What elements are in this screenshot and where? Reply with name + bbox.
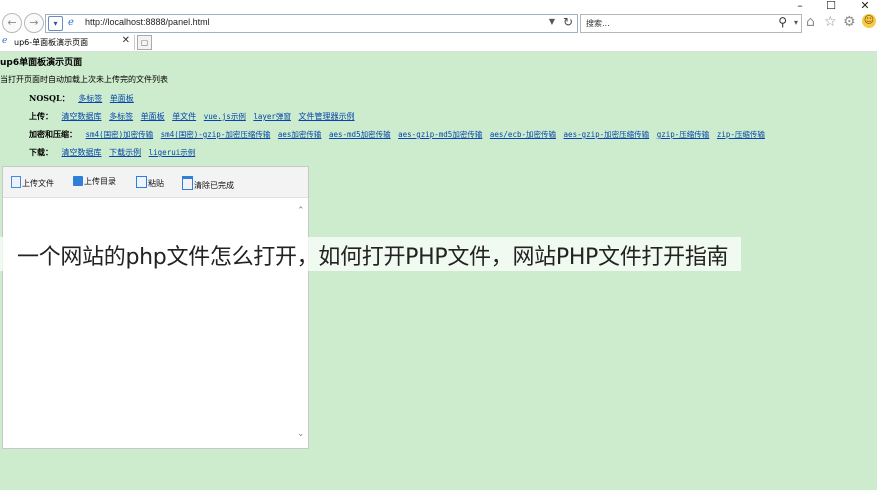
link-aes-gzip-md5[interactable]: aes-gzip-md5加密传输 <box>398 130 482 139</box>
link-layer-popup[interactable]: layer弹窗 <box>253 112 291 121</box>
file-icon <box>11 176 21 188</box>
forward-arrow-icon: → <box>29 16 39 29</box>
encrypt-row: 加密和压缩： sm4(国密)加密传输 sm4(国密)-gzip-加密压缩传输 a… <box>29 129 770 140</box>
ie-tab-icon: ℯ <box>2 36 8 46</box>
row-label: NOSQL： <box>29 93 70 103</box>
page-description: 当打开页面时自动加载上次未上传完的文件列表 <box>0 75 168 84</box>
search-input[interactable]: 搜索... <box>586 18 610 29</box>
upload-panel: 上传文件 上传目录 粘贴 清除已完成 ⌃ ⌄ <box>2 166 309 449</box>
link-vue-demo[interactable]: vue.js示例 <box>204 112 246 121</box>
paste-icon <box>136 176 147 188</box>
overlay-caption: 一个网站的php文件怎么打开，如何打开PHP文件，网站PHP文件打开指南 <box>17 245 729 270</box>
minimize-button[interactable]: – <box>785 0 815 12</box>
search-box[interactable]: 搜索... ⚲ ▾ <box>580 14 802 33</box>
url-text[interactable]: http://localhost:8888/panel.html <box>85 17 210 27</box>
search-icon[interactable]: ⚲ <box>778 15 787 29</box>
link-single-file[interactable]: 单文件 <box>172 112 196 121</box>
new-tab-icon: ▢ <box>140 38 149 47</box>
link-zip[interactable]: zip-压缩传输 <box>717 130 765 139</box>
link-ligerui-demo[interactable]: ligerui示例 <box>149 148 196 157</box>
upload-folder-label: 上传目录 <box>84 177 116 186</box>
clear-completed-button[interactable]: 清除已完成 <box>182 176 234 191</box>
feedback-smiley-icon[interactable]: ☺ <box>862 14 876 28</box>
scroll-up-icon[interactable]: ⌃ <box>297 206 305 216</box>
settings-gear-icon[interactable]: ⚙ <box>843 14 856 30</box>
home-icon[interactable]: ⌂ <box>806 14 815 30</box>
close-tab-icon[interactable]: ✕ <box>122 35 130 46</box>
page-content: up6单面板演示页面 当打开页面时自动加载上次未上传完的文件列表 NOSQL： … <box>0 52 877 490</box>
upload-file-label: 上传文件 <box>22 179 54 188</box>
back-arrow-icon: ← <box>7 16 17 29</box>
link-multitab[interactable]: 多标签 <box>109 112 133 121</box>
scroll-down-icon[interactable]: ⌄ <box>297 429 305 439</box>
upload-file-button[interactable]: 上传文件 <box>11 176 54 189</box>
link-aes-ecb[interactable]: aes/ecb-加密传输 <box>490 130 556 139</box>
forward-button[interactable]: → <box>24 13 44 33</box>
address-dropdown-icon[interactable]: ▼ <box>549 17 555 26</box>
row-label: 加密和压缩： <box>29 129 77 139</box>
browser-toolbar: – ☐ ✕ ← → ▾ ℯ http://localhost:8888/pane… <box>0 0 877 34</box>
row-label: 下载： <box>29 147 53 157</box>
site-info-icon[interactable]: ▾ <box>48 16 63 31</box>
close-window-button[interactable]: ✕ <box>850 0 877 12</box>
tab-title: up6-单面板演示页面 <box>14 38 89 47</box>
address-bar[interactable]: ▾ ℯ http://localhost:8888/panel.html ▼ ↻ <box>45 14 578 33</box>
back-button[interactable]: ← <box>2 13 22 33</box>
link-download-demo[interactable]: 下载示例 <box>109 148 141 157</box>
new-tab-button[interactable]: ▢ <box>137 35 152 50</box>
tab-active[interactable]: ℯ up6-单面板演示页面 ✕ <box>0 35 135 50</box>
link-sm4-gzip[interactable]: sm4(国密)-gzip-加密压缩传输 <box>161 130 271 139</box>
clear-icon <box>182 176 193 190</box>
paste-button[interactable]: 粘贴 <box>136 176 164 189</box>
link-file-manager[interactable]: 文件管理器示例 <box>299 112 355 121</box>
folder-icon <box>73 176 83 186</box>
link-single-panel[interactable]: 单面板 <box>141 112 165 121</box>
panel-scrollbar[interactable]: ⌃ ⌄ <box>295 198 308 447</box>
page-title: up6单面板演示页面 <box>0 58 83 68</box>
upload-toolbar: 上传文件 上传目录 粘贴 清除已完成 <box>3 167 308 198</box>
clear-completed-label: 清除已完成 <box>194 181 234 190</box>
row-label: 上传： <box>29 111 53 121</box>
search-dropdown-icon[interactable]: ▾ <box>794 18 798 27</box>
link-nosql-multitab[interactable]: 多标签 <box>78 94 102 103</box>
download-row: 下载： 清空数据库 下载示例 ligerui示例 <box>29 147 200 158</box>
nosql-row: NOSQL： 多标签 单面板 <box>29 93 139 104</box>
upload-row: 上传： 清空数据库 多标签 单面板 单文件 vue.js示例 layer弹窗 文… <box>29 111 360 122</box>
tab-bar: ℯ up6-单面板演示页面 ✕ ▢ <box>0 34 877 52</box>
link-aes-md5[interactable]: aes-md5加密传输 <box>329 130 391 139</box>
link-gzip[interactable]: gzip-压缩传输 <box>657 130 710 139</box>
maximize-button[interactable]: ☐ <box>816 0 846 12</box>
favorites-star-icon[interactable]: ☆ <box>824 14 837 30</box>
refresh-icon[interactable]: ↻ <box>563 15 573 29</box>
ie-page-icon: ℯ <box>68 17 74 28</box>
link-aes[interactable]: aes加密传输 <box>278 130 322 139</box>
link-sm4[interactable]: sm4(国密)加密传输 <box>86 130 154 139</box>
link-clear-db[interactable]: 清空数据库 <box>62 112 102 121</box>
link-nosql-single-panel[interactable]: 单面板 <box>110 94 134 103</box>
upload-folder-button[interactable]: 上传目录 <box>73 176 116 187</box>
link-download-clear-db[interactable]: 清空数据库 <box>62 148 102 157</box>
link-aes-gzip[interactable]: aes-gzip-加密压缩传输 <box>564 130 650 139</box>
paste-label: 粘贴 <box>148 179 164 188</box>
